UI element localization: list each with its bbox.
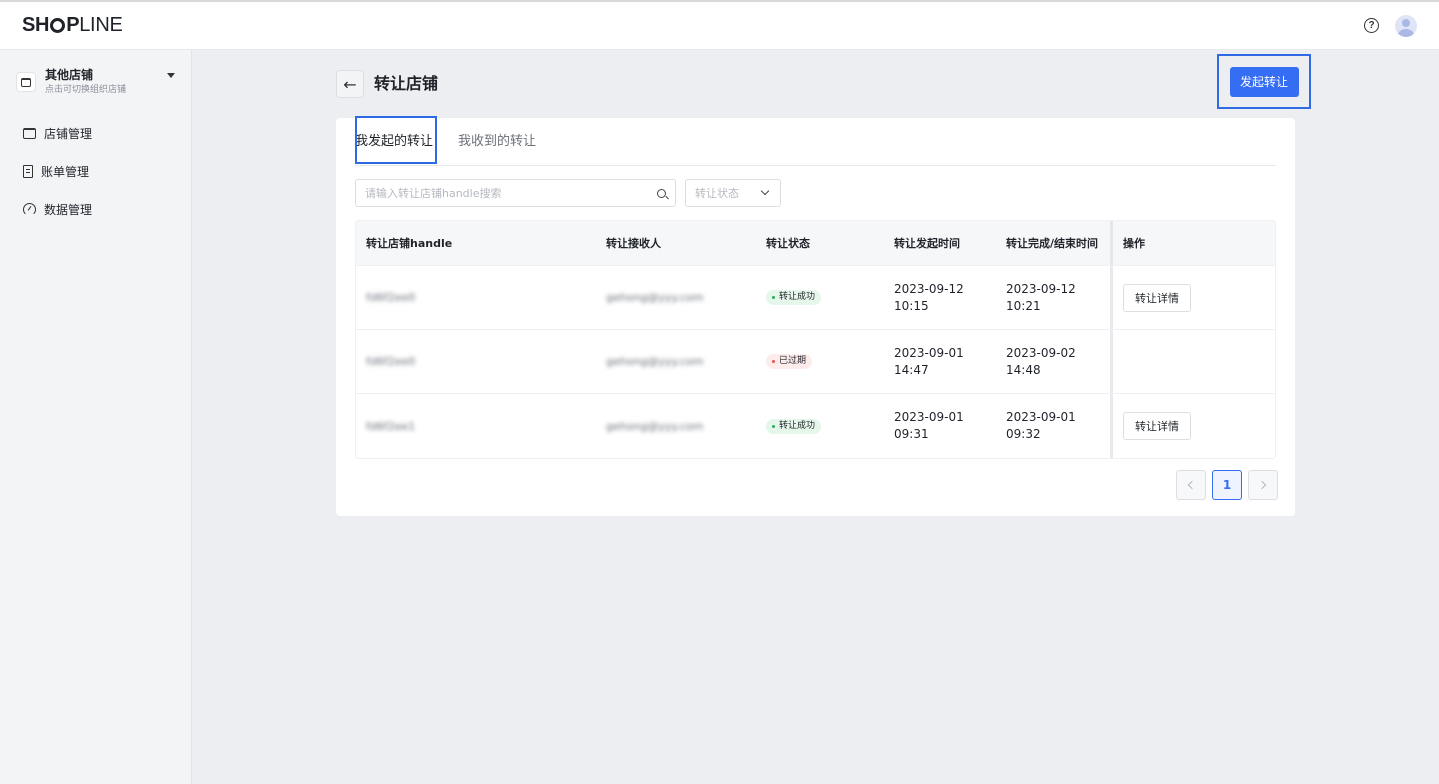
logo-text-part: LINE	[79, 14, 123, 36]
page-number-button[interactable]: 1	[1212, 470, 1242, 500]
table-row: fd6f2ee0 gehong@yyy.com 转让成功 2023-09-12 1…	[356, 266, 1275, 330]
status-badge: 转让成功	[766, 290, 822, 305]
transfer-detail-button[interactable]: 转让详情	[1123, 283, 1191, 312]
status-text: 已过期	[779, 356, 807, 366]
recipient-email: gehong@yyy.com	[606, 355, 704, 368]
status-cell: 转让成功	[756, 266, 884, 329]
end-time-cell: 2023-09-01 09:32	[1006, 410, 1076, 441]
top-bar: SH P LINE ?	[0, 0, 1439, 50]
column-header: 转让接收人	[606, 237, 661, 250]
store-name: 其他店铺	[45, 67, 94, 82]
end-time-cell: 2023-09-02 14:48	[1006, 345, 1076, 377]
status-dot	[772, 424, 775, 428]
start-date: 2023-09-12	[894, 281, 964, 296]
sidebar-item-label: 店铺管理	[44, 126, 93, 141]
tabs: 我发起的转让 我收到的转让	[355, 116, 1276, 166]
status-select[interactable]: 转让状态	[685, 179, 781, 207]
table-row: fd6f2ee0 gehong@yyy.com 已过期 2023-09-01 14…	[356, 330, 1275, 394]
arrow-left-icon: ←	[343, 74, 357, 94]
transfer-table: 转让店铺handle 转让接收人 转让状态 转让发起时间 转让完成/结束时间 操…	[355, 220, 1276, 459]
table-header-row: 转让店铺handle 转让接收人 转让状态 转让发起时间 转让完成/结束时间 操…	[356, 221, 1275, 266]
sidebar-item-store-management[interactable]: 店铺管理	[0, 114, 191, 152]
store-switch-hint: 点击可切换组织店铺	[45, 84, 127, 95]
status-badge: 转让成功	[766, 418, 822, 434]
store-switcher[interactable]: 其他店铺 点击可切换组织店铺	[0, 50, 191, 102]
page-title: 转让店铺	[374, 74, 439, 93]
store-icon	[16, 72, 36, 92]
recipient-email: gehong@yyy.com	[606, 419, 704, 433]
status-cell: 已过期	[756, 330, 884, 393]
shop-handle: fd6f2ee0	[366, 291, 416, 304]
start-time: 10:15	[894, 298, 929, 313]
recipient-cell: gehong@yyy.com	[596, 394, 756, 458]
previous-page-button[interactable]	[1176, 470, 1206, 500]
action-cell	[1110, 330, 1275, 393]
start-time-cell: 2023-09-01 14:47	[884, 330, 996, 393]
chevron-down-icon	[760, 186, 770, 196]
start-date: 2023-09-01	[894, 410, 964, 424]
primary-button-highlight: 发起转让	[1217, 54, 1311, 109]
store-switcher-text: 其他店铺 点击可切换组织店铺	[45, 68, 167, 97]
chevron-left-icon	[1187, 480, 1197, 490]
sidebar: 其他店铺 点击可切换组织店铺 店铺管理 账单管理 数据管理	[0, 50, 192, 784]
sidebar-nav: 店铺管理 账单管理 数据管理	[0, 114, 191, 228]
user-avatar[interactable]	[1395, 14, 1417, 37]
column-header: 转让状态	[766, 237, 810, 250]
column-header: 转让完成/结束时间	[1006, 237, 1099, 250]
handle-cell: fd6f2ee0	[356, 266, 596, 329]
shop-handle: fd6f2ee1	[366, 419, 416, 433]
column-header: 操作	[1110, 221, 1275, 265]
logo-text-part: SH	[22, 14, 50, 36]
column-header: 转让店铺handle	[366, 237, 453, 250]
status-dot	[772, 360, 775, 363]
handle-cell: fd6f2ee1	[356, 394, 596, 458]
action-cell: 转让详情	[1110, 394, 1275, 458]
store-icon	[23, 127, 36, 139]
action-cell: 转让详情	[1110, 266, 1275, 329]
active-tab-highlight	[355, 116, 437, 164]
transfer-card: 我发起的转让 我收到的转让 转让状态 转让店铺handle 转让接收人 转让状态…	[336, 116, 1295, 516]
search-box	[355, 179, 676, 207]
recipient-cell: gehong@yyy.com	[596, 266, 756, 329]
tab-received-transfers[interactable]: 我收到的转让	[458, 134, 536, 150]
top-right-actions: ?	[1364, 14, 1417, 37]
bill-icon	[23, 164, 33, 178]
table-row: fd6f2ee1 gehong@yyy.com 转让成功 2023-09-01 0…	[356, 394, 1275, 458]
end-time-cell: 2023-09-12 10:21	[1006, 281, 1076, 313]
start-time: 14:47	[894, 362, 929, 377]
caret-down-icon[interactable]	[167, 72, 175, 78]
start-date: 2023-09-01	[894, 345, 964, 360]
status-badge: 已过期	[766, 354, 813, 369]
recipient-cell: gehong@yyy.com	[596, 330, 756, 393]
initiate-transfer-button[interactable]: 发起转让	[1229, 66, 1299, 97]
shopline-logo[interactable]: SH P LINE	[22, 14, 123, 37]
status-text: 转让成功	[779, 420, 816, 431]
next-page-button[interactable]	[1248, 470, 1278, 500]
sidebar-item-label: 账单管理	[41, 164, 90, 179]
sidebar-item-bill-management[interactable]: 账单管理	[0, 152, 191, 190]
search-icon[interactable]	[657, 188, 666, 198]
help-icon[interactable]: ?	[1364, 18, 1379, 33]
start-time-cell: 2023-09-01 09:31	[884, 394, 996, 458]
recipient-email: gehong@yyy.com	[606, 291, 704, 304]
logo-o-mark	[50, 18, 66, 33]
status-cell: 转让成功	[756, 394, 884, 458]
search-input[interactable]	[365, 186, 651, 200]
pagination: 1	[1176, 470, 1278, 500]
start-time: 09:31	[894, 427, 929, 441]
back-button[interactable]: ←	[336, 70, 364, 98]
transfer-detail-button[interactable]: 转让详情	[1123, 412, 1191, 440]
logo-text-part: P	[66, 14, 80, 36]
status-text: 转让成功	[779, 292, 816, 302]
sidebar-item-data-management[interactable]: 数据管理	[0, 190, 191, 228]
shop-handle: fd6f2ee0	[366, 355, 416, 368]
status-select-placeholder: 转让状态	[695, 187, 739, 200]
status-dot	[772, 296, 775, 299]
chevron-right-icon	[1257, 480, 1267, 490]
sidebar-item-label: 数据管理	[44, 202, 93, 217]
column-header: 转让发起时间	[894, 237, 960, 250]
start-time-cell: 2023-09-12 10:15	[884, 266, 996, 329]
dashboard-icon	[23, 202, 36, 216]
handle-cell: fd6f2ee0	[356, 330, 596, 393]
